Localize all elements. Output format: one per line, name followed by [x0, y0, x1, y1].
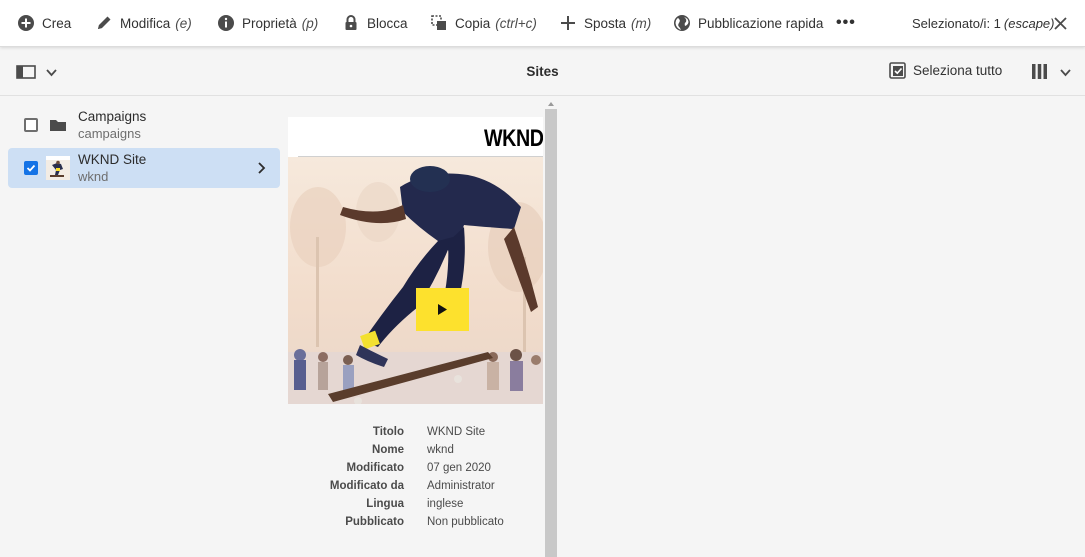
- site-preview-card: WKND S: [288, 117, 543, 404]
- more-icon: •••: [836, 14, 856, 31]
- proprieta-button[interactable]: Proprietà (p): [217, 0, 318, 47]
- play-icon: [438, 304, 447, 315]
- action-bar: Crea Modifica (e) Proprietà (p) Blocca C…: [0, 0, 1085, 47]
- metadata-row: Pubblicato Non pubblicato: [286, 513, 544, 531]
- move-icon: [559, 14, 577, 32]
- item-name: campaigns: [78, 126, 141, 141]
- metadata-label: Modificato da: [329, 480, 404, 492]
- view-chevron-down-icon[interactable]: [1059, 66, 1072, 79]
- add-circle-icon: [17, 14, 35, 32]
- checkbox[interactable]: [24, 118, 38, 132]
- metadata-value: inglese: [427, 498, 464, 510]
- metadata-label: Nome: [372, 444, 404, 456]
- copia-shortcut: (ctrl+c): [495, 15, 537, 31]
- metadata-row: Nome wknd: [286, 441, 544, 459]
- select-all-button[interactable]: Seleziona tutto: [889, 62, 1002, 79]
- folder-icon: [48, 115, 68, 135]
- metadata-list: Titolo WKND Site Nome wknd Modificato 07…: [286, 423, 544, 531]
- globe-icon: [673, 14, 691, 32]
- select-all-icon: [889, 62, 906, 79]
- metadata-row: Modificato 07 gen 2020: [286, 459, 544, 477]
- metadata-value: Non pubblicato: [427, 516, 504, 528]
- list-item-campaigns[interactable]: Campaigns campaigns: [8, 105, 280, 145]
- modifica-shortcut: (e): [175, 15, 192, 31]
- pubblicazione-rapida-label: Pubblicazione rapida: [698, 15, 824, 31]
- scrollbar[interactable]: [545, 109, 557, 557]
- crea-label: Crea: [42, 15, 72, 31]
- column-view-icon[interactable]: [1031, 63, 1048, 80]
- item-name: wknd: [78, 169, 109, 184]
- pencil-icon: [95, 14, 113, 32]
- close-icon[interactable]: [1053, 16, 1068, 31]
- preview-column: WKND S: [286, 97, 558, 557]
- list-item-wknd-site[interactable]: WKND Site wknd: [8, 148, 280, 188]
- preview-header: WKND S: [288, 117, 543, 157]
- proprieta-label: Proprietà: [242, 15, 297, 31]
- column-1: Campaigns campaigns WKND Site wknd: [0, 97, 286, 557]
- modifica-label: Modifica: [120, 15, 171, 31]
- metadata-value: wknd: [427, 444, 454, 456]
- copia-button[interactable]: Copia (ctrl+c): [430, 0, 537, 47]
- metadata-label: Modificato: [346, 462, 405, 474]
- crea-button[interactable]: Crea: [17, 0, 71, 47]
- pubblicazione-rapida-button[interactable]: Pubblicazione rapida: [673, 0, 823, 47]
- sposta-label: Sposta: [584, 15, 627, 31]
- sposta-shortcut: (m): [631, 15, 652, 31]
- chevron-right-icon[interactable]: [255, 161, 267, 175]
- checkbox-checked[interactable]: [24, 161, 38, 175]
- metadata-label: Pubblicato: [345, 516, 404, 528]
- item-title: WKND Site: [78, 152, 147, 167]
- blocca-label: Blocca: [367, 15, 408, 31]
- header-bar: Sites Seleziona tutto: [0, 48, 1085, 96]
- metadata-value: Administrator: [427, 480, 495, 492]
- lock-icon: [342, 14, 360, 32]
- metadata-row: Modificato da Administrator: [286, 477, 544, 495]
- scroll-up-arrow[interactable]: [545, 97, 557, 109]
- more-button[interactable]: •••: [836, 0, 856, 47]
- modifica-button[interactable]: Modifica (e): [95, 0, 192, 47]
- site-thumbnail: [46, 156, 70, 180]
- selection-status: Selezionato/i: 1 (escape): [912, 0, 1054, 47]
- metadata-row: Titolo WKND Site: [286, 423, 544, 441]
- select-all-label: Seleziona tutto: [913, 63, 1003, 78]
- item-title: Campaigns: [78, 109, 147, 124]
- metadata-value: WKND Site: [427, 426, 486, 438]
- metadata-label: Lingua: [366, 498, 404, 510]
- copia-label: Copia: [455, 15, 491, 31]
- hero-image: [288, 157, 543, 404]
- copy-icon: [430, 14, 448, 32]
- sposta-button[interactable]: Sposta (m): [559, 0, 651, 47]
- metadata-row: Lingua inglese: [286, 495, 544, 513]
- empty-column: [558, 97, 1085, 557]
- proprieta-shortcut: (p): [301, 15, 319, 31]
- metadata-value: 07 gen 2020: [427, 462, 491, 474]
- wknd-logo: WKND S: [483, 125, 543, 152]
- info-icon: [217, 14, 235, 32]
- play-button[interactable]: [416, 288, 469, 331]
- selection-count: Selezionato/i: 1: [912, 16, 1001, 31]
- blocca-button[interactable]: Blocca: [342, 0, 408, 47]
- metadata-label: Titolo: [372, 426, 404, 438]
- selection-shortcut: (escape): [1003, 16, 1055, 31]
